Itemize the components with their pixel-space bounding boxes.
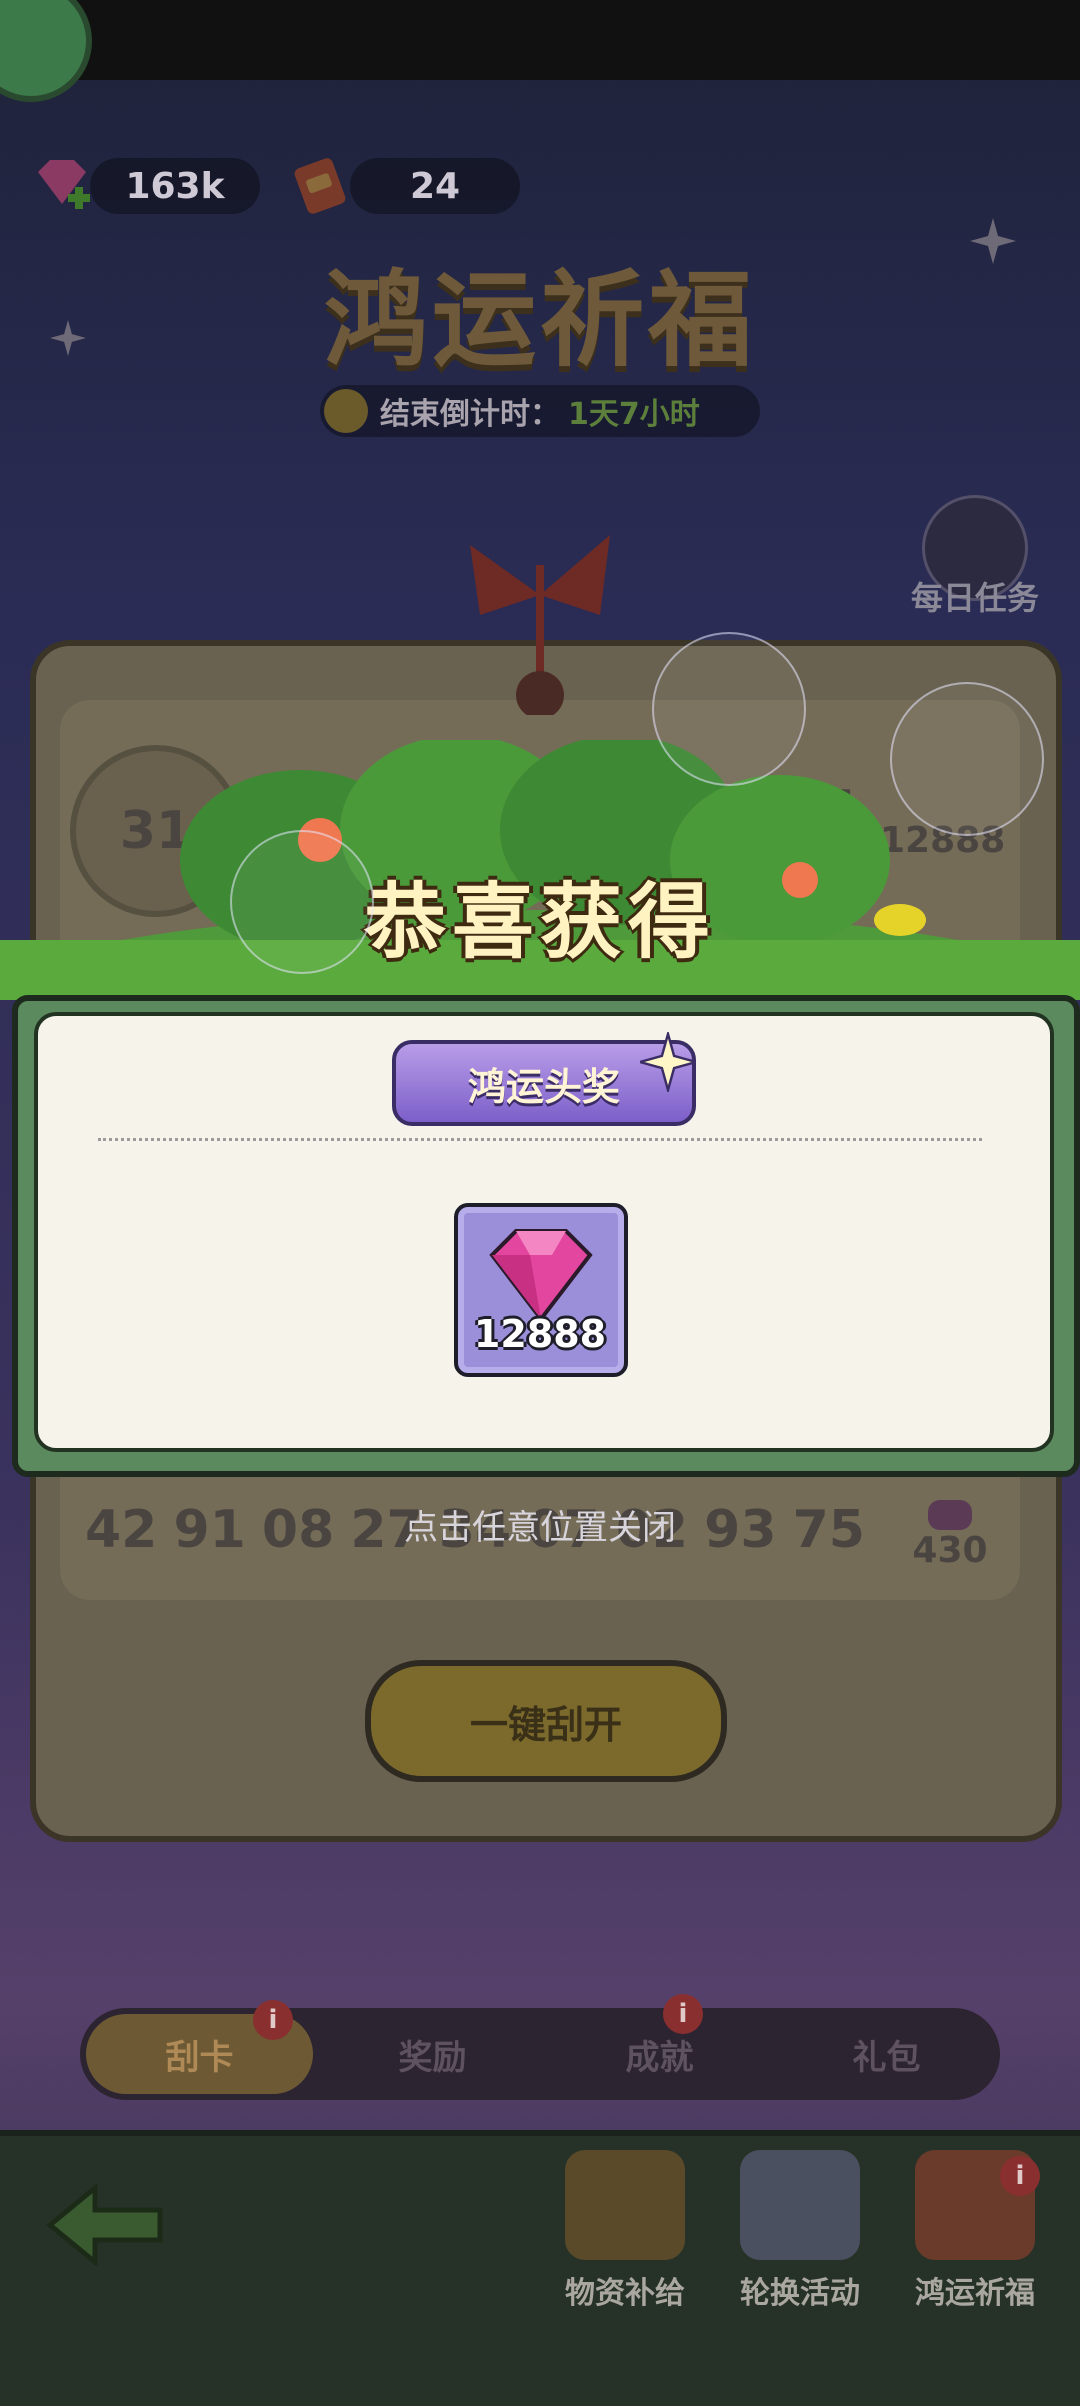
gem-currency[interactable]: 163k (30, 158, 260, 214)
tab-bar: 刮卡 i 奖励 成就 i 礼包 (80, 1994, 1000, 2100)
scratch-all-button[interactable]: 一键刮开 (365, 1660, 727, 1782)
divider (98, 1138, 982, 1141)
ticket-currency[interactable]: 24 (290, 158, 520, 214)
countdown-timer: 结束倒计时： 1天7小时 (320, 385, 760, 437)
ticket-icon (294, 158, 346, 214)
supply-chest-icon (565, 2150, 685, 2260)
tab-label: 礼包 (852, 2037, 921, 2078)
alarm-icon (324, 389, 368, 433)
calendar-icon (740, 2150, 860, 2260)
modal-title: 恭喜获得 (363, 875, 716, 970)
tab-scratch[interactable]: 刮卡 i (86, 2000, 313, 2094)
tab-label: 刮卡 (165, 2037, 234, 2078)
reward-amount: 12888 (473, 1312, 607, 1356)
countdown-value: 1天7小时 (568, 397, 700, 432)
countdown-label: 结束倒计时： (380, 397, 560, 432)
nav-label: 鸿运祈福 (915, 2276, 1035, 2311)
notification-badge: i (663, 1994, 703, 2034)
ticket-count: 24 (350, 158, 520, 214)
tab-achievements[interactable]: 成就 i (546, 1994, 773, 2100)
notification-badge: i (253, 2000, 293, 2040)
badge-label: 鸿运头奖 (467, 1064, 620, 1109)
back-arrow-icon[interactable] (40, 2180, 170, 2270)
pink-gem-icon (489, 1229, 593, 1323)
daily-tasks-button[interactable]: 每日任务 (900, 495, 1050, 617)
avatar[interactable] (0, 0, 92, 102)
tab-gift-packs[interactable]: 礼包 (773, 2008, 1000, 2100)
notification-badge: i (1000, 2156, 1040, 2196)
nav-rotation-events[interactable]: 轮换活动 (715, 2150, 885, 2312)
sparkle-icon (640, 1032, 696, 1092)
bubble-decoration (890, 682, 1044, 836)
nav-label: 物资补给 (565, 2276, 685, 2311)
tab-label: 奖励 (398, 2037, 467, 2078)
daily-tasks-label: 每日任务 (910, 579, 1039, 617)
status-bar (0, 0, 1080, 80)
tab-rewards[interactable]: 奖励 (319, 2008, 546, 2100)
ribbon-bow-icon (470, 535, 610, 715)
bubble-decoration (230, 830, 374, 974)
nav-blessing[interactable]: 鸿运祈福 i (890, 2150, 1060, 2312)
gem-plus-icon (38, 160, 90, 209)
close-hint[interactable]: 点击任意位置关闭 (0, 1500, 1080, 1549)
nav-label: 轮换活动 (740, 2276, 860, 2311)
page-title: 鸿运祈福 (323, 259, 756, 381)
tab-label: 成就 (625, 2037, 694, 2078)
nav-supply[interactable]: 物资补给 (540, 2150, 710, 2312)
bubble-decoration (652, 632, 806, 786)
gem-count: 163k (90, 158, 260, 214)
